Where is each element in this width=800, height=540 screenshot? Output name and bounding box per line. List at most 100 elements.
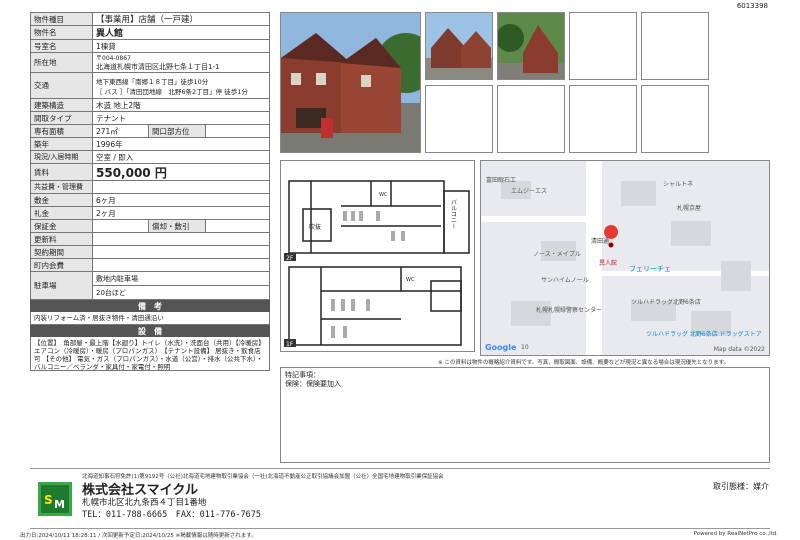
company-tel-fax: TEL：011-788-6665 FAX：011-776-7675 — [82, 510, 262, 520]
row-parking: 駐車場 敷地内駐車場 20台ほど — [30, 272, 270, 300]
label-fee: 共益費・管理費 — [31, 181, 93, 193]
row-type: 物件種目 【事業用】店舗（一戸建） — [30, 12, 270, 26]
deal-type: 取引態様：媒介 — [713, 482, 769, 491]
label-name: 物件名 — [31, 26, 93, 39]
row-area: 専有面積 271㎡ 間口部方位 — [30, 125, 270, 138]
floor-plan-drawing: 2F 1F 吹抜 WC WC バルコニー — [284, 180, 470, 348]
stair-label: 吹抜 — [309, 223, 321, 231]
row-access: 交通 地下東西線「南郷１８丁目」徒歩10分 ［ バス ］「清田団地線 北野6条2… — [30, 73, 270, 99]
value-parking: 敷地内駐車場 — [93, 272, 269, 286]
label-parking: 駐車場 — [31, 272, 93, 299]
value-structure: 木造 地上2階 — [96, 100, 141, 110]
label-room: 号室名 — [31, 40, 93, 52]
value-frontage — [206, 125, 209, 137]
label-layout: 間取タイプ — [31, 112, 93, 124]
google-logo: Google — [485, 343, 517, 352]
thumb-photo-1[interactable] — [425, 12, 493, 80]
special-notes: 特記事項： 保険：保険要加入 — [280, 367, 770, 463]
building-photo-image — [281, 13, 420, 152]
wc-label-2f: WC — [379, 192, 388, 198]
label-rent: 賃料 — [31, 164, 93, 180]
row-layout: 間取タイプ テナント — [30, 112, 270, 125]
label-area: 専有面積 — [31, 125, 93, 137]
row-room: 号室名 1棟貸 — [30, 40, 270, 53]
value-name: 異人館 — [96, 29, 124, 39]
label-built: 築年 — [31, 138, 93, 150]
row-fee: 共益費・管理費 — [30, 181, 270, 194]
map-label-11: ツルハドラッグ 北野6条店 ドラッグストア — [646, 331, 762, 338]
map-label-2: シャルトネ — [663, 181, 694, 188]
value-room: 1棟貸 — [96, 41, 116, 51]
label-access: 交通 — [31, 73, 93, 98]
label-community: 町内会費 — [31, 259, 93, 271]
label-contract: 契約期間 — [31, 246, 93, 258]
floor2-label: 2F — [286, 255, 294, 262]
footer-divider — [30, 468, 770, 469]
floor-plan[interactable]: 2F 1F 吹抜 WC WC バルコニー — [280, 160, 475, 352]
row-address: 所在地 〒004-0867 北海道札幌市清田区北野七条１丁目1-1 — [30, 53, 270, 73]
facilities-text: 【位置】 角部屋・最上階【水廻り】トイレ（水洗）・洗面台（共用）【冷暖房】 エア… — [30, 337, 270, 371]
map-label-5: ノース・メイプル — [533, 251, 581, 258]
row-community: 町内会費 — [30, 259, 270, 272]
row-renewal: 更新料 — [30, 233, 270, 246]
postal-code: 〒004-0867 — [96, 55, 131, 62]
thumb-1-image — [426, 13, 492, 79]
facilities-header: 設 備 — [30, 325, 270, 337]
property-table: 物件種目 【事業用】店舗（一戸建） 物件名 異人館 号室名 1棟貸 所在地 〒0… — [30, 12, 270, 371]
value-area: 271㎡ — [96, 126, 118, 136]
value-key-money: 2ヶ月 — [96, 208, 116, 218]
row-deposit: 敷金 6ヶ月 — [30, 194, 270, 207]
value-rent: 550,000 円 — [96, 165, 167, 180]
thumb-empty-3 — [425, 85, 493, 153]
row-contract: 契約期間 — [30, 246, 270, 259]
floor1-label: 1F — [286, 341, 294, 348]
thumb-empty-4 — [497, 85, 565, 153]
row-structure: 建築構造 木造 地上2階 — [30, 99, 270, 112]
row-key-money: 礼金 2ヶ月 — [30, 207, 270, 220]
value-layout: テナント — [96, 113, 126, 123]
main-photo[interactable] — [280, 12, 421, 153]
remarks-text: 内装リフォーム済・居抜き物件・清田通沿い — [30, 312, 270, 325]
map-credit: Map data ©2022 — [713, 346, 765, 353]
value-contract — [93, 246, 269, 258]
svg-text:S: S — [44, 493, 53, 507]
label-amortization: 償却・敷引 — [148, 220, 206, 232]
thumb-empty-1 — [569, 12, 637, 80]
location-map[interactable]: 富田眼石工 エムジーエス シャルトネ 札幌京屋 清田通 ノース・メイプル 異人館… — [480, 160, 770, 356]
map-disclaimer: ※ この資料は物件の概略紹介資料です。写真、間取図面、設備、概要などが現況と異な… — [438, 360, 730, 366]
label-guarantee: 保証金 — [31, 220, 93, 232]
access-train: 地下東西線「南郷１８丁目」徒歩10分 — [96, 77, 209, 86]
row-rent: 賃料 550,000 円 — [30, 164, 270, 181]
document-id: 6013398 — [736, 2, 768, 10]
value-guarantee — [93, 220, 148, 232]
wc-label-1f: WC — [406, 277, 415, 283]
thumb-empty-6 — [641, 85, 709, 153]
remarks-header: 備 考 — [30, 300, 270, 312]
value-amortization — [206, 220, 209, 232]
thumb-empty-2 — [641, 12, 709, 80]
value-deposit: 6ヶ月 — [96, 195, 116, 205]
svg-text:M: M — [54, 498, 65, 511]
map-label-6: 異人館 — [599, 260, 618, 267]
map-label-0: 富田眼石工 — [486, 177, 517, 184]
powered-by: Powered by RealNetPro co.,ltd. — [693, 531, 778, 537]
value-status: 空室 / 即入 — [96, 152, 134, 162]
label-address: 所在地 — [31, 53, 93, 72]
notes-text: 保険：保険要加入 — [285, 380, 341, 388]
balcony-label: バルコニー — [450, 199, 457, 229]
value-fee — [93, 181, 269, 193]
label-renewal: 更新料 — [31, 233, 93, 245]
map-label-9: ツルハドラッグ北野6条店 — [631, 299, 701, 306]
value-type: 【事業用】店舗（一戸建） — [96, 15, 199, 25]
thumb-photo-2[interactable] — [497, 12, 565, 80]
map-label-3: 札幌京屋 — [677, 205, 702, 212]
value-access: 地下東西線「南郷１８丁目」徒歩10分 ［ バス ］「清田団地線 北野6条2丁目」… — [93, 73, 269, 98]
value-built: 1996年 — [96, 139, 123, 149]
label-status: 現況/入居時期 — [31, 151, 93, 163]
label-deposit: 敷金 — [31, 194, 93, 206]
map-label-4: 清田通 — [591, 238, 610, 245]
map-label-7: フェリーチェ — [629, 265, 671, 273]
row-status: 現況/入居時期 空室 / 即入 — [30, 151, 270, 164]
value-renewal — [93, 233, 269, 245]
company-address: 札幌市北区北九条西４丁目1番地 — [82, 498, 207, 508]
